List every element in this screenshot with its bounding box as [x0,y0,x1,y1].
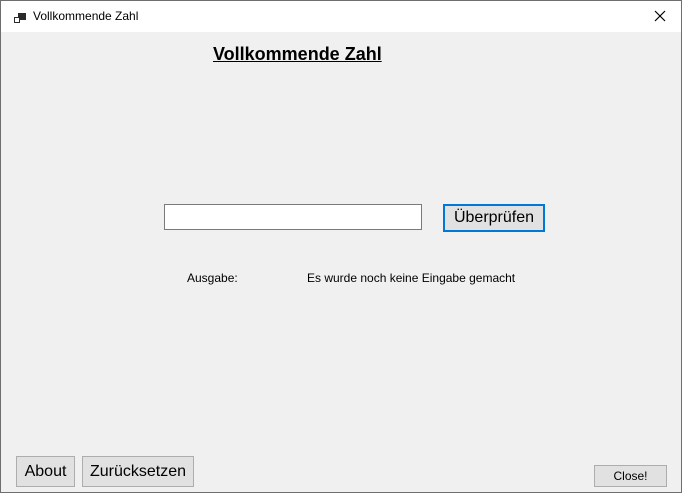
window-title: Vollkommende Zahl [33,9,139,23]
output-value: Es wurde noch keine Eingabe gemacht [307,271,516,285]
about-button[interactable]: About [16,456,75,487]
title-bar[interactable]: Vollkommende Zahl [1,1,681,32]
page-heading: Vollkommende Zahl [213,44,382,64]
close-button[interactable]: Close! [594,465,667,487]
app-window-icon [14,10,26,23]
check-button[interactable]: Überprüfen [443,204,545,232]
application-window: Vollkommende Zahl Vollkommende Zahl Über… [0,0,682,493]
number-input[interactable] [164,204,422,230]
close-window-icon[interactable] [645,4,675,28]
reset-button[interactable]: Zurücksetzen [82,456,194,487]
output-label: Ausgabe: [187,271,238,285]
